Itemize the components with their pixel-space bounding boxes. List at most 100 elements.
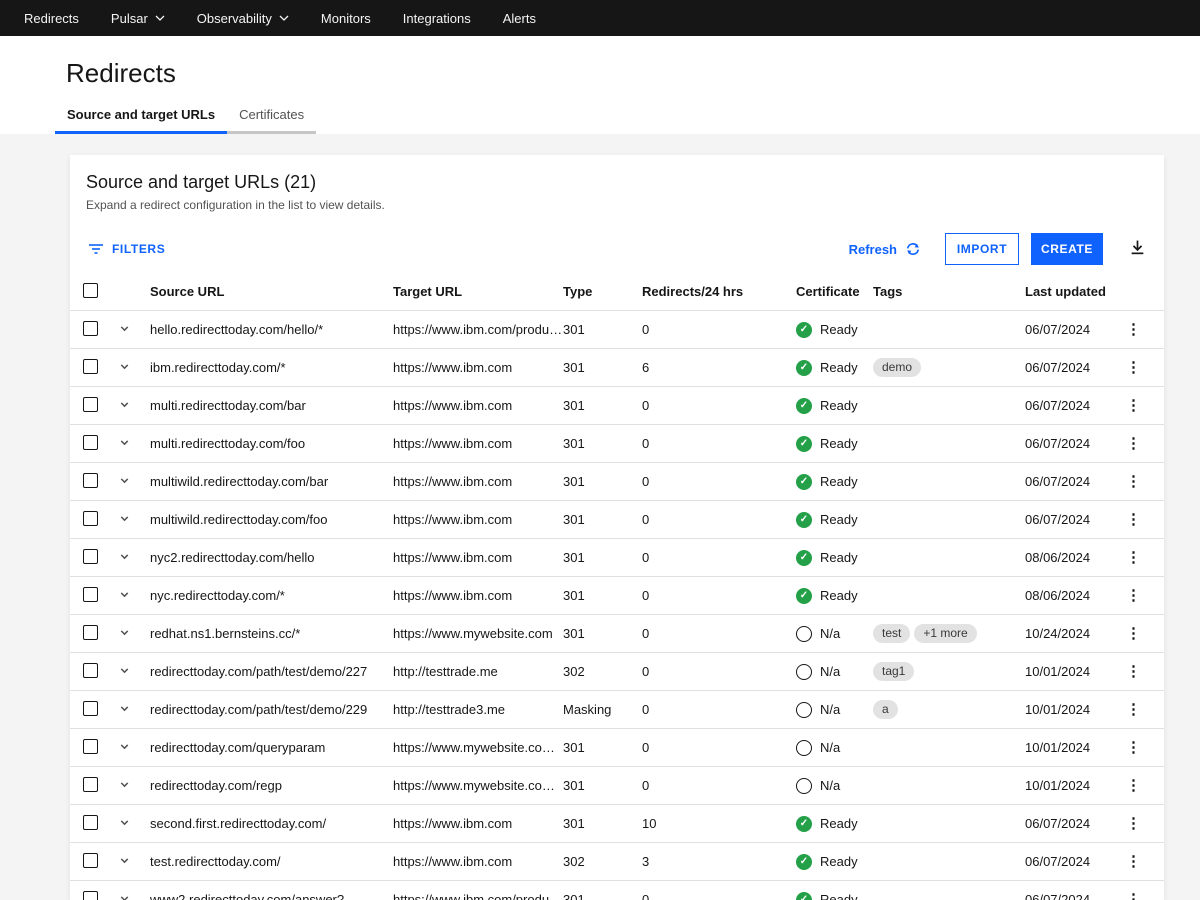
expand-chevron-icon[interactable] xyxy=(118,778,131,791)
expand-chevron-icon[interactable] xyxy=(118,588,131,601)
last-updated-cell: 10/01/2024 xyxy=(1025,740,1115,755)
row-checkbox[interactable] xyxy=(83,549,98,564)
nav-item-redirects[interactable]: Redirects xyxy=(8,0,95,36)
row-checkbox[interactable] xyxy=(83,397,98,412)
expand-chevron-icon[interactable] xyxy=(118,436,131,449)
row-checkbox[interactable] xyxy=(83,625,98,640)
overflow-menu-button[interactable]: ⋮ xyxy=(1120,738,1147,757)
overflow-menu-button[interactable]: ⋮ xyxy=(1120,434,1147,453)
certificate-cell: Ready xyxy=(796,550,873,566)
row-checkbox[interactable] xyxy=(83,587,98,602)
source-url-cell: redirecttoday.com/regp xyxy=(148,778,393,793)
nav-item-alerts[interactable]: Alerts xyxy=(487,0,552,36)
table-row[interactable]: hello.redirecttoday.com/hello/*https://w… xyxy=(70,311,1164,349)
expand-chevron-icon[interactable] xyxy=(118,474,131,487)
tag-pill: tag1 xyxy=(873,662,914,681)
last-updated-cell: 06/07/2024 xyxy=(1025,892,1115,900)
table-row[interactable]: redirecttoday.com/queryparamhttps://www.… xyxy=(70,729,1164,767)
table-row[interactable]: redhat.ns1.bernsteins.cc/*https://www.my… xyxy=(70,615,1164,653)
row-checkbox[interactable] xyxy=(83,435,98,450)
overflow-menu-button[interactable]: ⋮ xyxy=(1120,586,1147,605)
tab-source-and-target-urls[interactable]: Source and target URLs xyxy=(55,96,227,134)
refresh-button[interactable]: Refresh xyxy=(849,241,921,257)
last-updated-cell: 06/07/2024 xyxy=(1025,816,1115,831)
source-url-cell: hello.redirecttoday.com/hello/* xyxy=(148,322,393,337)
expand-chevron-icon[interactable] xyxy=(118,854,131,867)
import-button[interactable]: IMPORT xyxy=(945,233,1019,265)
target-url-cell: https://www.ibm.com xyxy=(393,512,563,527)
overflow-menu-button[interactable]: ⋮ xyxy=(1120,852,1147,871)
expand-chevron-icon[interactable] xyxy=(118,398,131,411)
chevron-down-icon xyxy=(279,15,289,21)
row-checkbox[interactable] xyxy=(83,853,98,868)
row-checkbox[interactable] xyxy=(83,739,98,754)
overflow-menu-button[interactable]: ⋮ xyxy=(1120,320,1147,339)
certificate-ready-icon xyxy=(796,360,812,376)
table-row[interactable]: multi.redirecttoday.com/foohttps://www.i… xyxy=(70,425,1164,463)
nav-item-pulsar[interactable]: Pulsar xyxy=(95,0,181,36)
certificate-ready-icon xyxy=(796,816,812,832)
table-row[interactable]: www2.redirecttoday.com/answer?https://ww… xyxy=(70,881,1164,900)
overflow-menu-button[interactable]: ⋮ xyxy=(1120,548,1147,567)
expand-chevron-icon[interactable] xyxy=(118,322,131,335)
filter-icon xyxy=(88,241,104,257)
nav-item-monitors[interactable]: Monitors xyxy=(305,0,387,36)
certificate-label: Ready xyxy=(820,512,858,527)
filters-label: FILTERS xyxy=(112,242,165,256)
certificate-label: Ready xyxy=(820,816,858,831)
overflow-menu-button[interactable]: ⋮ xyxy=(1120,624,1147,643)
table-row[interactable]: redirecttoday.com/path/test/demo/229http… xyxy=(70,691,1164,729)
expand-chevron-icon[interactable] xyxy=(118,360,131,373)
row-checkbox[interactable] xyxy=(83,777,98,792)
overflow-menu-button[interactable]: ⋮ xyxy=(1120,814,1147,833)
filters-button[interactable]: FILTERS xyxy=(88,241,165,257)
row-checkbox[interactable] xyxy=(83,891,98,900)
certificate-cell: Ready xyxy=(796,474,873,490)
create-button[interactable]: CREATE xyxy=(1031,233,1103,265)
expand-chevron-icon[interactable] xyxy=(118,550,131,563)
table-row[interactable]: redirecttoday.com/regphttps://www.mywebs… xyxy=(70,767,1164,805)
overflow-menu-button[interactable]: ⋮ xyxy=(1120,776,1147,795)
expand-chevron-icon[interactable] xyxy=(118,892,131,900)
expand-chevron-icon[interactable] xyxy=(118,816,131,829)
certificate-na-icon xyxy=(796,626,812,642)
last-updated-cell: 06/07/2024 xyxy=(1025,854,1115,869)
table-row[interactable]: multiwild.redirecttoday.com/foohttps://w… xyxy=(70,501,1164,539)
row-checkbox[interactable] xyxy=(83,701,98,716)
nav-item-observability[interactable]: Observability xyxy=(181,0,305,36)
source-url-cell: multiwild.redirecttoday.com/foo xyxy=(148,512,393,527)
table-row[interactable]: ibm.redirecttoday.com/*https://www.ibm.c… xyxy=(70,349,1164,387)
expand-chevron-icon[interactable] xyxy=(118,740,131,753)
row-checkbox[interactable] xyxy=(83,663,98,678)
overflow-menu-button[interactable]: ⋮ xyxy=(1120,472,1147,491)
expand-chevron-icon[interactable] xyxy=(118,664,131,677)
table-row[interactable]: multiwild.redirecttoday.com/barhttps://w… xyxy=(70,463,1164,501)
table-row[interactable]: test.redirecttoday.com/https://www.ibm.c… xyxy=(70,843,1164,881)
nav-item-label: Observability xyxy=(197,11,272,26)
overflow-menu-button[interactable]: ⋮ xyxy=(1120,700,1147,719)
table-row[interactable]: nyc2.redirecttoday.com/hellohttps://www.… xyxy=(70,539,1164,577)
table-row[interactable]: multi.redirecttoday.com/barhttps://www.i… xyxy=(70,387,1164,425)
expand-chevron-icon[interactable] xyxy=(118,512,131,525)
nav-item-integrations[interactable]: Integrations xyxy=(387,0,487,36)
expand-chevron-icon[interactable] xyxy=(118,626,131,639)
overflow-menu-button[interactable]: ⋮ xyxy=(1120,890,1147,900)
overflow-menu-button[interactable]: ⋮ xyxy=(1120,662,1147,681)
certificate-label: Ready xyxy=(820,550,858,565)
table-row[interactable]: second.first.redirecttoday.com/https://w… xyxy=(70,805,1164,843)
row-checkbox[interactable] xyxy=(83,511,98,526)
row-checkbox[interactable] xyxy=(83,473,98,488)
overflow-menu-button[interactable]: ⋮ xyxy=(1120,358,1147,377)
overflow-menu-button[interactable]: ⋮ xyxy=(1120,396,1147,415)
row-checkbox[interactable] xyxy=(83,321,98,336)
overflow-menu-button[interactable]: ⋮ xyxy=(1120,510,1147,529)
row-checkbox[interactable] xyxy=(83,815,98,830)
last-updated-cell: 06/07/2024 xyxy=(1025,360,1115,375)
tab-certificates[interactable]: Certificates xyxy=(227,96,316,134)
download-button[interactable] xyxy=(1127,237,1148,261)
table-row[interactable]: redirecttoday.com/path/test/demo/227http… xyxy=(70,653,1164,691)
row-checkbox[interactable] xyxy=(83,359,98,374)
select-all-checkbox[interactable] xyxy=(83,283,98,298)
table-row[interactable]: nyc.redirecttoday.com/*https://www.ibm.c… xyxy=(70,577,1164,615)
expand-chevron-icon[interactable] xyxy=(118,702,131,715)
